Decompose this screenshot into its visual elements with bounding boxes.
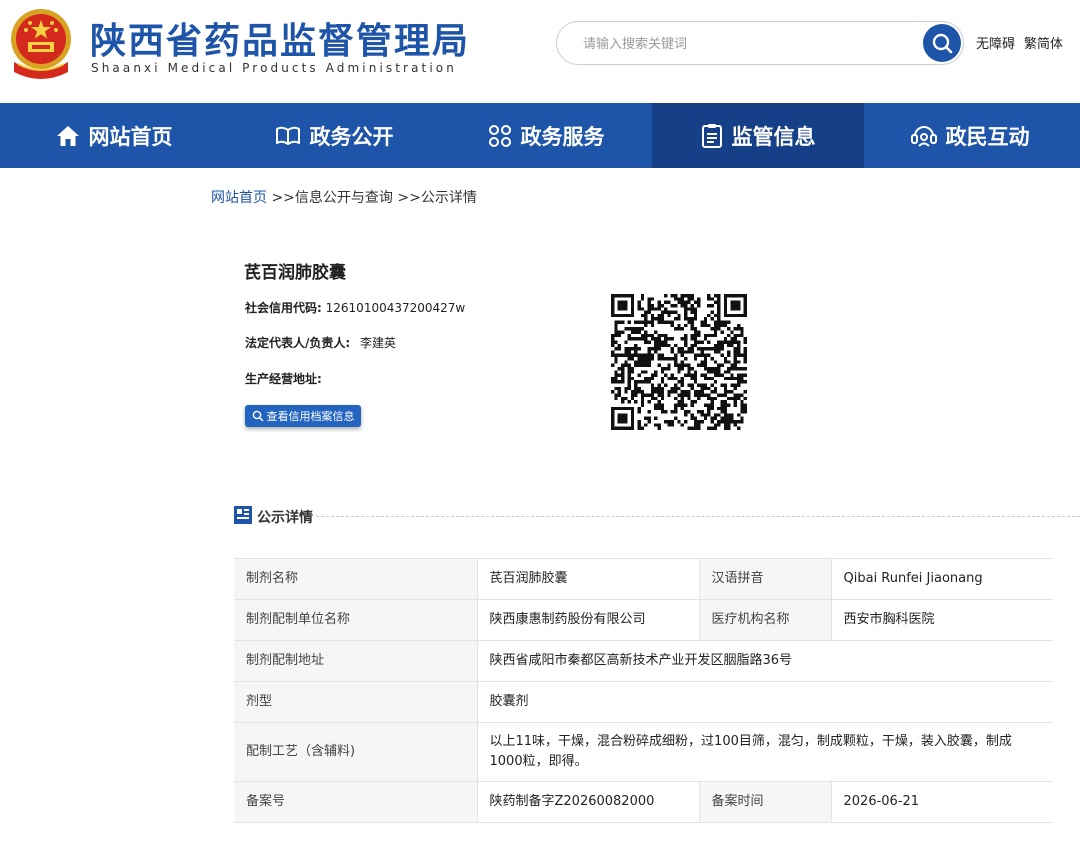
field-value: Qibai Runfei Jiaonang xyxy=(830,558,1053,600)
nav-item-label: 政务服务 xyxy=(520,124,605,149)
view-credit-file-label: 查看信用档案信息 xyxy=(266,410,355,423)
field-label: 制剂配制单位名称 xyxy=(234,599,477,641)
field-label: 剂型 xyxy=(234,681,477,723)
field-value: 陕药制备字Z20260082000 xyxy=(476,781,699,823)
nav-item-label: 政务公开 xyxy=(309,124,394,149)
clipboard-icon xyxy=(701,123,722,148)
field-label: 汉语拼音 xyxy=(698,558,831,600)
qr-code-image xyxy=(611,294,747,430)
nav-item-home[interactable]: 网站首页 xyxy=(0,103,228,168)
section-divider xyxy=(316,516,1080,517)
field-value: 胶囊剂 xyxy=(476,681,1053,723)
breadcrumb-rest: >>信息公开与查询 >>公示详情 xyxy=(267,190,477,206)
product-title: 芪百润肺胶囊 xyxy=(244,263,346,283)
section-title: 公示详情 xyxy=(257,510,313,526)
search-box xyxy=(556,21,964,65)
field-label: 配制工艺（含辅料) xyxy=(234,722,477,782)
legal-rep-value: 李建英 xyxy=(360,336,397,350)
field-label: 医疗机构名称 xyxy=(698,599,831,641)
grid-icon xyxy=(488,124,511,147)
table-row: 剂型 胶囊剂 xyxy=(234,681,1053,723)
address-label: 生产经营地址: xyxy=(245,372,322,386)
search-icon xyxy=(932,33,953,54)
table-row: 配制工艺（含辅料) 以上11味，干燥，混合粉碎成细粉，过100目筛，混匀，制成颗… xyxy=(234,722,1053,782)
nav-item-regulatory-info[interactable]: 监管信息 xyxy=(652,103,864,168)
document-icon xyxy=(234,506,252,524)
search-button[interactable] xyxy=(923,24,961,62)
table-row: 制剂配制地址 陕西省咸阳市秦都区高新技术产业开发区胭脂路36号 xyxy=(234,640,1053,682)
home-icon xyxy=(56,125,79,146)
address-row: 生产经营地址: xyxy=(245,370,322,387)
legal-rep-row: 法定代表人/负责人: 李建英 xyxy=(245,334,396,351)
nav-item-label: 政民互动 xyxy=(945,124,1030,149)
site-header: 陕西省药品监督管理局 Shaanxi Medical Products Admi… xyxy=(0,0,1080,103)
table-row: 制剂配制单位名称 陕西康惠制药股份有限公司 医疗机构名称 西安市胸科医院 xyxy=(234,599,1053,641)
legal-rep-label: 法定代表人/负责人: xyxy=(245,336,351,350)
search-input[interactable] xyxy=(583,33,913,55)
field-label: 制剂名称 xyxy=(234,558,477,600)
search-icon xyxy=(252,410,264,422)
field-value: 芪百润肺胶囊 xyxy=(476,558,699,600)
nav-item-label: 网站首页 xyxy=(88,124,173,149)
book-icon xyxy=(275,126,300,145)
field-value: 2026-06-21 xyxy=(830,781,1053,823)
traditional-simplified-link[interactable]: 繁简体 xyxy=(1024,37,1063,52)
nav-item-label: 监管信息 xyxy=(731,124,816,149)
field-value: 西安市胸科医院 xyxy=(830,599,1053,641)
table-row: 备案号 陕药制备字Z20260082000 备案时间 2026-06-21 xyxy=(234,781,1053,823)
credit-code-label: 社会信用代码: xyxy=(245,301,322,315)
main-nav: 网站首页 政务公开 政务服务 监管信息 政民互动 xyxy=(0,103,1080,168)
interaction-icon xyxy=(910,125,937,147)
field-label: 备案号 xyxy=(234,781,477,823)
nav-item-government-affairs[interactable]: 政务公开 xyxy=(228,103,440,168)
site-subtitle: Shaanxi Medical Products Administration xyxy=(91,61,457,75)
view-credit-file-button[interactable]: 查看信用档案信息 xyxy=(245,405,361,427)
nav-item-government-services[interactable]: 政务服务 xyxy=(440,103,652,168)
breadcrumb-home-link[interactable]: 网站首页 xyxy=(211,190,267,206)
field-value: 以上11味，干燥，混合粉碎成细粉，过100目筛，混匀，制成颗粒，干燥，装入胶囊，… xyxy=(476,722,1053,782)
site-title: 陕西省药品监督管理局 xyxy=(90,20,471,62)
accessibility-link[interactable]: 无障碍 xyxy=(976,37,1015,52)
nav-item-public-interaction[interactable]: 政民互动 xyxy=(864,103,1076,168)
section-header: 公示详情 xyxy=(234,506,1080,526)
field-label: 制剂配制地址 xyxy=(234,640,477,682)
breadcrumb: 网站首页 >>信息公开与查询 >>公示详情 xyxy=(211,187,477,207)
credit-code-row: 社会信用代码: 12610100437200427w xyxy=(245,299,465,316)
field-label: 备案时间 xyxy=(698,781,831,823)
credit-code-value: 12610100437200427w xyxy=(325,301,466,315)
national-emblem-icon xyxy=(11,9,71,79)
top-links: 无障碍 繁简体 xyxy=(976,33,1072,52)
detail-table: 制剂名称 芪百润肺胶囊 汉语拼音 Qibai Runfei Jiaonang 制… xyxy=(234,558,1053,823)
table-row: 制剂名称 芪百润肺胶囊 汉语拼音 Qibai Runfei Jiaonang xyxy=(234,558,1053,600)
field-value: 陕西康惠制药股份有限公司 xyxy=(476,599,699,641)
field-value: 陕西省咸阳市秦都区高新技术产业开发区胭脂路36号 xyxy=(476,640,1053,682)
